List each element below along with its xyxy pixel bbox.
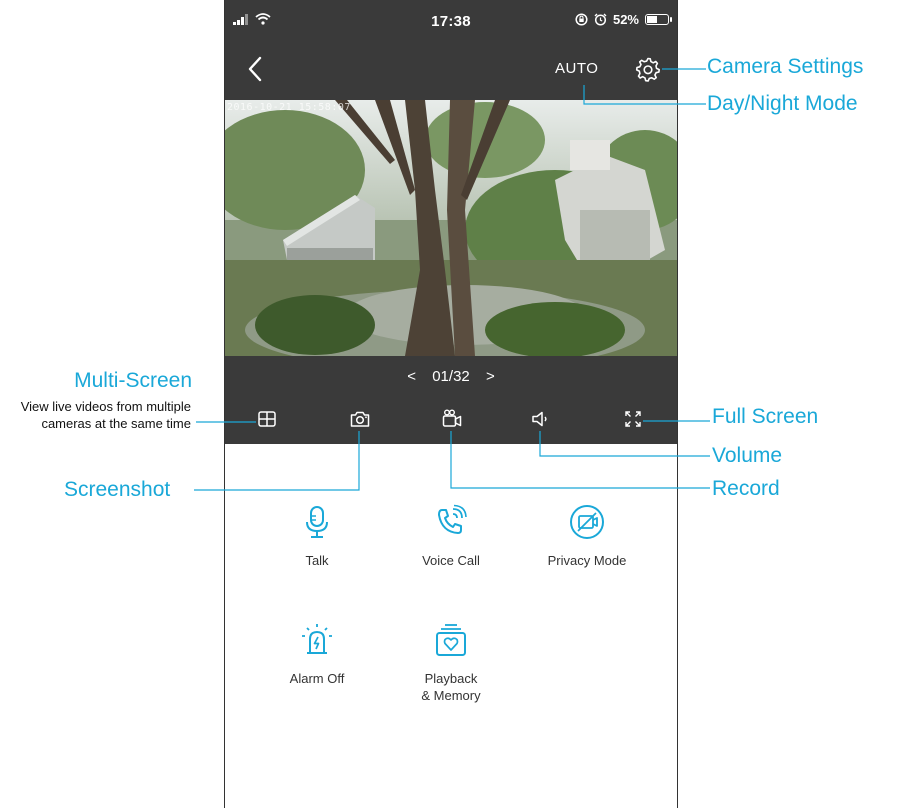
- day-night-mode-annotation: Day/Night Mode: [707, 92, 858, 115]
- multi-screen-description: View live videos from multiple cameras a…: [20, 399, 191, 431]
- screenshot-annotation: Screenshot: [64, 478, 171, 501]
- full-screen-annotation: Full Screen: [712, 405, 819, 428]
- volume-annotation: Volume: [712, 444, 783, 467]
- multi-screen-annotation: Multi-Screen: [74, 369, 192, 392]
- record-annotation: Record: [712, 477, 780, 500]
- camera-settings-annotation: Camera Settings: [707, 55, 864, 78]
